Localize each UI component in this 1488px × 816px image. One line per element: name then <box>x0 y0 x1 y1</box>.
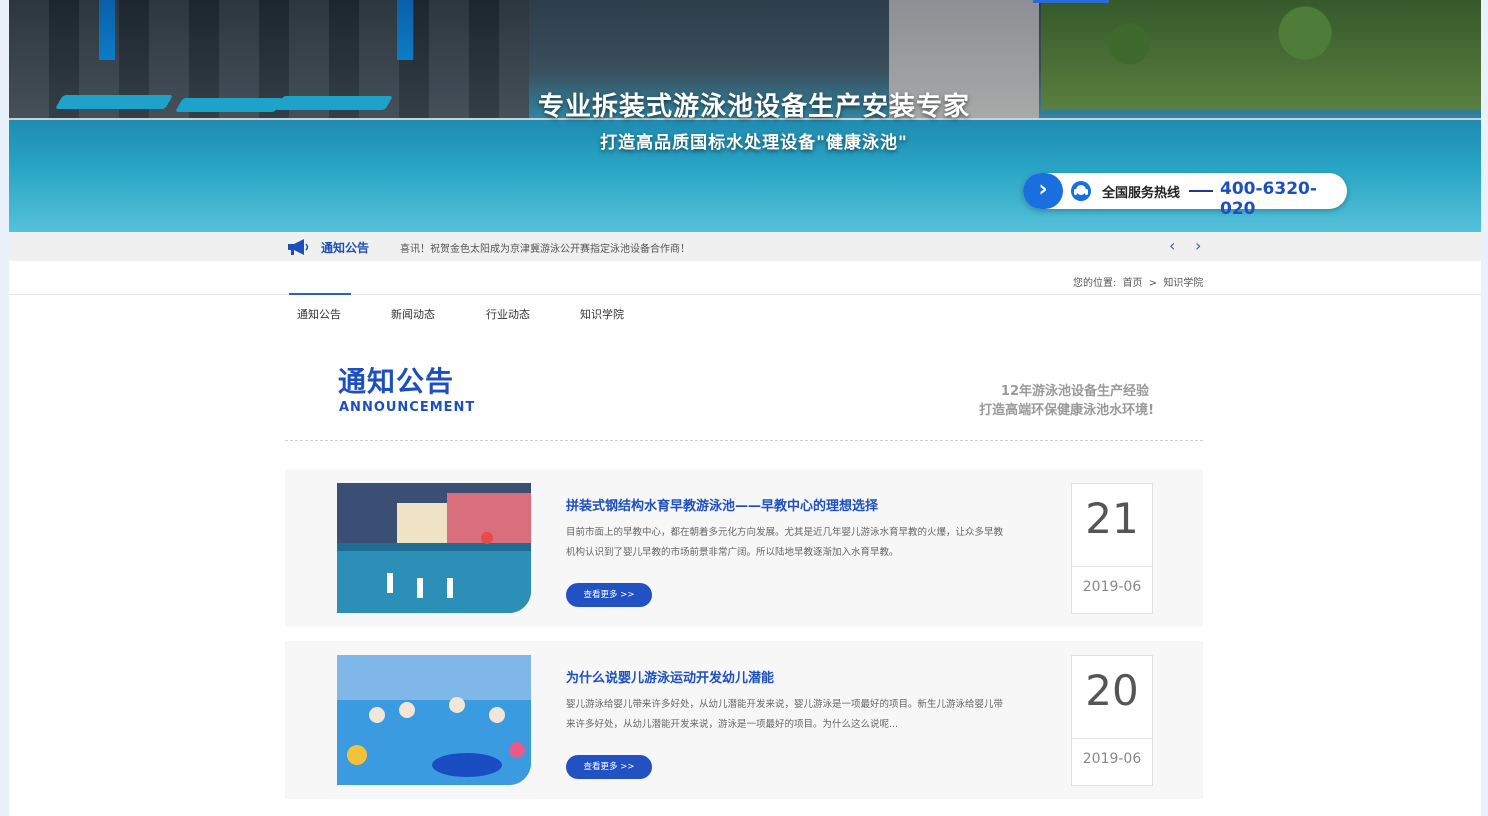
banner-subline: 打造高品质国标水处理设备"健康泳池" <box>600 133 908 153</box>
section-slogan-line2: 打造高端环保健康泳池水环境! <box>979 403 1154 418</box>
hero-banner: 专业拆装式游泳池设备生产安装专家 打造高品质国标水处理设备"健康泳池" › 全国… <box>9 0 1481 232</box>
tab-news[interactable]: 新闻动态 <box>391 306 435 322</box>
tab-knowledge[interactable]: 知识学院 <box>580 306 624 322</box>
section-title: 通知公告 <box>338 365 455 398</box>
banner-headline: 专业拆装式游泳池设备生产安装专家 <box>537 92 970 122</box>
notice-text[interactable]: 喜讯！祝贺金色太阳成为京津冀游泳公开赛指定泳池设备合作商！ <box>400 240 690 255</box>
news-title[interactable]: 为什么说婴儿游泳运动开发幼儿潜能 <box>566 667 774 686</box>
date-box: 20 2019-06 <box>1071 655 1153 786</box>
news-summary: 目前市面上的早教中心，都在朝着多元化方向发展。尤其是近几年婴儿游泳水育早教的火爆… <box>566 527 1004 558</box>
news-summary: 婴儿游泳给婴儿带来许多好处，从幼儿潜能开发来说，婴儿游泳是一项最好的项目。新生儿… <box>566 699 1004 730</box>
umbrella-graphic <box>397 0 413 60</box>
umbrella-graphic <box>99 0 115 60</box>
date-year-month: 2019-06 <box>1082 751 1142 767</box>
breadcrumb-separator: > <box>1148 278 1158 289</box>
chevron-right-icon[interactable]: › <box>1023 173 1063 209</box>
news-thumbnail[interactable] <box>337 655 531 785</box>
hotline-number[interactable]: 400-6320-020 <box>1220 179 1347 219</box>
page-frame: 专业拆装式游泳池设备生产安装专家 打造高品质国标水处理设备"健康泳池" › 全国… <box>9 0 1481 816</box>
news-card: 拼装式钢结构水育早教游泳池——早教中心的理想选择 目前市面上的早教中心，都在朝着… <box>285 469 1203 627</box>
news-thumbnail[interactable] <box>337 483 531 613</box>
breadcrumb: 您的位置: 首页 > 知识学院 <box>1073 274 1206 289</box>
breadcrumb-prefix: 您的位置: <box>1073 278 1117 289</box>
tab-active-indicator <box>289 293 351 295</box>
read-more-button[interactable]: 查看更多 >> <box>566 583 652 607</box>
breadcrumb-home[interactable]: 首页 <box>1123 278 1143 289</box>
date-box: 21 2019-06 <box>1071 483 1153 614</box>
hotline-label: 全国服务热线 <box>1102 186 1181 201</box>
news-title[interactable]: 拼装式钢结构水育早教游泳池——早教中心的理想选择 <box>566 495 878 514</box>
section-slogan-line1: 12年游泳池设备生产经验 <box>1000 384 1149 399</box>
read-more-button[interactable]: 查看更多 >> <box>566 755 652 779</box>
section-divider <box>285 440 1203 441</box>
date-year-month: 2019-06 <box>1082 579 1142 595</box>
notice-title: 通知公告 <box>321 241 370 255</box>
customer-service-icon <box>1071 181 1091 201</box>
breadcrumb-current[interactable]: 知识学院 <box>1163 278 1203 289</box>
hotline-pill[interactable]: › 全国服务热线 400-6320-020 <box>1023 173 1347 219</box>
date-day: 20 <box>1085 666 1139 715</box>
tab-notice[interactable]: 通知公告 <box>297 306 341 322</box>
section-subtitle-en: ANNOUNCEMENT <box>339 400 476 415</box>
megaphone-icon <box>288 239 309 255</box>
notice-bar: 通知公告 喜讯！祝贺金色太阳成为京津冀游泳公开赛指定泳池设备合作商！ ‹ › <box>9 232 1481 261</box>
date-day: 21 <box>1085 494 1139 543</box>
tab-industry[interactable]: 行业动态 <box>486 306 530 322</box>
chevron-right-icon[interactable]: › <box>1195 236 1201 256</box>
news-card: 为什么说婴儿游泳运动开发幼儿潜能 婴儿游泳给婴儿带来许多好处，从幼儿潜能开发来说… <box>285 641 1203 799</box>
chevron-left-icon[interactable]: ‹ <box>1169 236 1175 256</box>
